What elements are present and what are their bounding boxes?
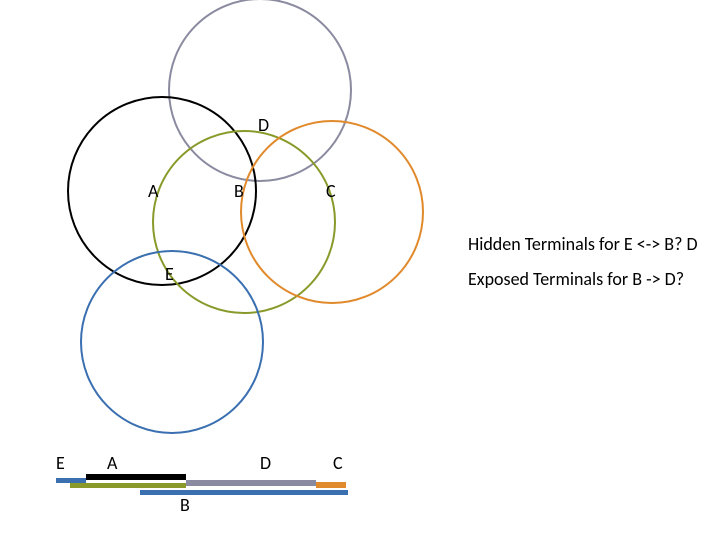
timeline-label-C: C [333, 452, 343, 474]
label-B: B [234, 180, 244, 202]
timeline-label-B: B [180, 494, 190, 516]
circle-C [240, 120, 424, 304]
text-exposed-terminals: Exposed Terminals for B -> D? [468, 268, 684, 290]
bar-A-olive [70, 483, 186, 488]
bar-B [140, 490, 348, 495]
diagram-stage: D A B C E Hidden Terminals for E <-> B? … [0, 0, 720, 540]
label-A: A [148, 180, 158, 202]
label-D: D [258, 114, 269, 136]
label-C: C [326, 180, 336, 202]
label-E: E [165, 263, 174, 285]
bar-A [86, 474, 186, 480]
bar-C [316, 482, 346, 488]
timeline-label-E: E [56, 452, 65, 474]
text-hidden-terminals: Hidden Terminals for E <-> B? D [468, 233, 698, 255]
bar-D [186, 480, 316, 486]
timeline-label-D: D [260, 452, 271, 474]
timeline-label-A: A [107, 452, 117, 474]
